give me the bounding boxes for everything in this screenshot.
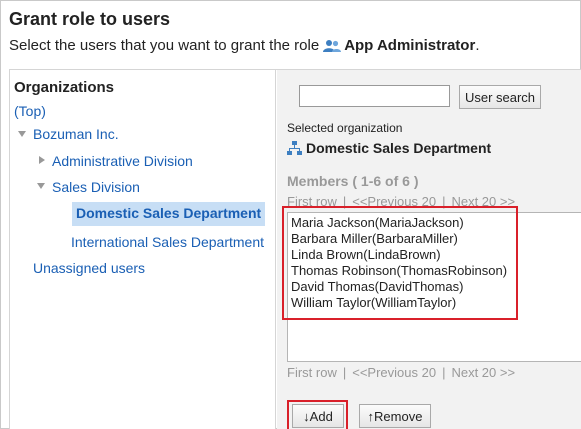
tree-item-domestic-sales-selected[interactable]: Domestic Sales Department [72,202,266,226]
tree-item-top[interactable]: (Top) [14,103,46,119]
pager-separator: | [442,365,446,380]
page-title: Grant role to users [9,9,171,29]
pager-separator: | [342,194,347,209]
tree-item-international-sales[interactable]: International Sales Department [71,234,264,250]
selected-organization-label: Selected organization [287,121,403,135]
tree-item-company[interactable]: Bozuman Inc. [33,126,119,142]
tree-item-sales-division[interactable]: Sales Division [52,179,140,195]
pager-first-row: First row [287,365,337,380]
pager-separator: | [342,365,347,380]
user-selection-pane: User search Selected organization Domest… [277,70,581,429]
pager-previous: <<Previous 20 [352,365,437,380]
selected-organization-name: Domestic Sales Department [306,140,492,156]
organization-icon [287,140,302,155]
pager-next: Next 20 >> [451,194,516,209]
main-panel: Organizations (Top) Bozuman Inc. Adminis… [9,69,581,429]
remove-button[interactable]: ↑Remove [359,404,431,428]
expand-toggle-icon[interactable] [39,156,45,164]
user-search-input[interactable] [299,85,450,107]
instruction-prefix: Select the users that you want to grant … [9,37,320,54]
selected-organization: Domestic Sales Department [287,140,491,156]
pager-previous: <<Previous 20 [352,194,437,209]
organization-tree: Organizations (Top) Bozuman Inc. Adminis… [10,70,276,429]
organizations-heading: Organizations [14,79,115,96]
members-list[interactable]: Maria Jackson(MariaJackson) Barbara Mill… [287,212,581,362]
list-item[interactable]: Thomas Robinson(ThomasRobinson) [291,263,581,279]
pager-next: Next 20 >> [451,365,516,380]
pager-bottom: First row | <<Previous 20 | Next 20 >> [287,365,515,380]
list-item[interactable]: David Thomas(DavidThomas) [291,279,581,295]
members-heading: Members ( 1-6 of 6 ) [287,173,419,189]
list-item[interactable]: Barbara Miller(BarbaraMiller) [291,231,581,247]
role-users-icon [323,39,342,53]
pager-first-row: First row [287,194,337,209]
pager-top: First row | <<Previous 20 | Next 20 >> [287,194,515,209]
collapse-toggle-icon[interactable] [37,183,45,189]
dialog-frame: Grant role to users Select the users tha… [0,0,581,429]
user-search-button[interactable]: User search [459,85,541,109]
list-item[interactable]: Linda Brown(LindaBrown) [291,247,581,263]
list-item[interactable]: Maria Jackson(MariaJackson) [291,215,581,231]
collapse-toggle-icon[interactable] [18,131,26,137]
instruction-text: Select the users that you want to grant … [9,37,479,54]
pager-separator: | [442,194,446,209]
list-item[interactable]: William Taylor(WilliamTaylor) [291,295,581,311]
add-button[interactable]: ↓Add [292,404,344,428]
tree-item-administrative-division[interactable]: Administrative Division [52,153,193,169]
instruction-suffix: . [475,37,480,54]
tree-item-unassigned-users[interactable]: Unassigned users [33,260,145,276]
role-name: App Administrator [344,37,476,54]
